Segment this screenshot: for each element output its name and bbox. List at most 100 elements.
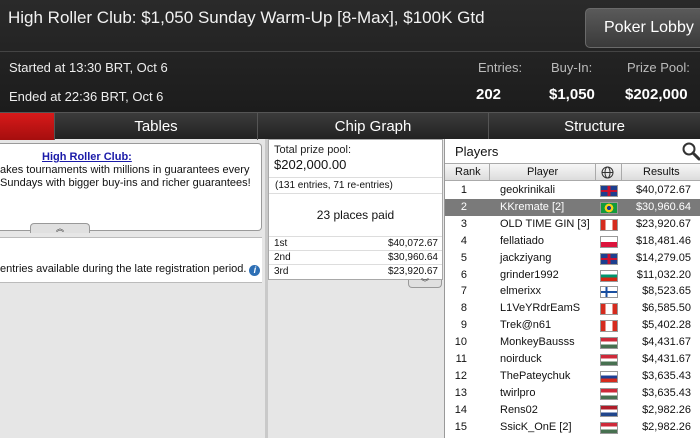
column-divider: [595, 164, 596, 181]
column-divider: [621, 164, 622, 181]
flag-gb-icon: [600, 252, 618, 265]
search-icon[interactable]: [681, 141, 700, 161]
chevron-up-icon: ︽: [56, 224, 64, 233]
tournament-title: High Roller Club: $1,050 Sunday Warm-Up …: [8, 8, 485, 27]
players-panel: Players Rank Player Results 1 geokrinikal…: [444, 139, 700, 438]
player-row[interactable]: 3 OLD TIME GIN [3] $23,920.67: [445, 216, 700, 233]
tab-tables[interactable]: Tables: [54, 113, 257, 140]
description-text: akes tournaments with millions in guaran…: [0, 164, 251, 189]
tab-structure[interactable]: Structure: [488, 113, 700, 140]
flag-hu-icon: [600, 354, 618, 366]
tab-chip-graph[interactable]: Chip Graph: [257, 113, 488, 140]
player-result: $8,523.65: [642, 285, 691, 298]
column-rank[interactable]: Rank: [455, 166, 481, 178]
player-row[interactable]: 11 noirduck $4,431.67: [445, 351, 700, 368]
player-result: $3,635.43: [642, 369, 691, 382]
payout-place: 2nd: [274, 252, 291, 263]
poker-lobby-button[interactable]: Poker Lobby: [585, 8, 700, 48]
player-row[interactable]: 14 Rens02 $2,982.26: [445, 402, 700, 419]
late-reg-text: entries available during the late regist…: [0, 263, 247, 275]
player-row[interactable]: 1 geokrinikali $40,072.67: [445, 182, 700, 199]
flag-ca-icon: [600, 303, 618, 316]
player-rank: 5: [460, 251, 467, 264]
player-row[interactable]: 2 KKremate [2] $30,960.64: [445, 198, 700, 216]
player-row[interactable]: 7 elmerixx $8,523.65: [445, 283, 700, 300]
payout-amount: $23,920.67: [387, 266, 438, 277]
player-rank: 3: [460, 217, 467, 230]
chevron-down-icon: ︾: [421, 278, 429, 287]
flag-pl-icon: [600, 235, 618, 248]
header: High Roller Club: $1,050 Sunday Warm-Up …: [0, 0, 700, 112]
payout-place: 1st: [274, 238, 288, 249]
payout-row: 1st $40,072.67: [269, 236, 442, 250]
player-name: L1VeYRdrEamS: [500, 302, 581, 315]
player-result: $40,072.67: [635, 184, 691, 196]
player-name: OLD TIME GIN [3]: [500, 217, 590, 230]
tab-bar: Tables Chip Graph Structure: [0, 112, 700, 140]
player-row[interactable]: 10 MonkeyBausss $4,431.67: [445, 334, 700, 351]
prize-panel: Total prize pool: $202,000.00 (131 entri…: [268, 139, 443, 280]
player-rank: 12: [454, 369, 467, 382]
info-icon[interactable]: i: [249, 265, 261, 276]
places-paid: 23 places paid: [316, 208, 395, 222]
flag-br-icon: [600, 201, 618, 214]
player-row[interactable]: 4 fellatiado $18,481.46: [445, 233, 700, 250]
player-row[interactable]: 12 ThePateychuk $3,635.43: [445, 368, 700, 385]
player-result: $18,481.46: [635, 234, 691, 247]
player-rank: 6: [460, 268, 467, 281]
middle-empty-area: [268, 289, 443, 438]
player-result: $5,402.28: [642, 319, 691, 332]
player-result: $11,032.20: [636, 268, 691, 281]
column-player[interactable]: Player: [527, 166, 558, 178]
player-name: KKremate [2]: [500, 200, 565, 213]
player-result: $23,920.67: [635, 217, 691, 230]
prizepool-value: $202,000: [625, 86, 688, 103]
player-row[interactable]: 8 L1VeYRdrEamS $6,585.50: [445, 300, 700, 317]
player-rank: 11: [455, 353, 467, 365]
player-result: $14,279.05: [635, 251, 691, 264]
player-row[interactable]: 6 grinder1992 $11,032.20: [445, 267, 700, 284]
expand-payouts-handle[interactable]: ︾: [408, 278, 442, 288]
player-name: Trek@n61: [500, 319, 552, 332]
player-rank: 10: [454, 336, 467, 349]
tab-info[interactable]: [0, 113, 54, 140]
entries-value: 202: [476, 86, 502, 103]
player-rank: 2: [460, 200, 467, 213]
player-name: noirduck: [500, 353, 542, 365]
player-row[interactable]: 13 twirlpro $3,635.43: [445, 385, 700, 402]
player-name: elmerixx: [500, 285, 541, 298]
payout-amount: $30,960.64: [387, 252, 438, 263]
player-rank: 15: [454, 420, 467, 433]
player-result: $2,982.26: [642, 420, 691, 433]
buyin-label: Buy-In:: [551, 60, 593, 75]
player-result: $2,982.26: [642, 403, 691, 416]
late-reg-panel: entries available during the late regist…: [0, 256, 262, 283]
late-reg-note: entries available during the late regist…: [0, 263, 261, 276]
player-row[interactable]: 9 Trek@n61 $5,402.28: [445, 317, 700, 334]
collapse-handle[interactable]: ︽: [30, 223, 90, 233]
flag-nl-icon: [600, 404, 618, 417]
prize-pool-label: Total prize pool:: [274, 144, 352, 156]
description-title[interactable]: High Roller Club:: [42, 151, 132, 163]
entries-label: Entries:: [478, 60, 523, 75]
prize-pool-value: $202,000.00: [274, 157, 347, 172]
column-results[interactable]: Results: [643, 166, 680, 178]
player-result: $4,431.67: [642, 353, 691, 365]
player-name: MonkeyBausss: [500, 336, 575, 349]
player-name: jackziyang: [500, 251, 552, 264]
player-rank: 8: [460, 302, 467, 315]
flag-ru-icon: [600, 370, 618, 383]
player-name: SsicK_OnE [2]: [500, 420, 572, 433]
players-title: Players: [455, 144, 499, 159]
column-divider: [489, 164, 490, 181]
player-row[interactable]: 5 jackziyang $14,279.05: [445, 250, 700, 267]
player-row[interactable]: 15 SsicK_OnE [2] $2,982.26: [445, 419, 700, 436]
player-rank: 13: [454, 386, 467, 399]
player-name: twirlpro: [500, 386, 536, 399]
player-result: $3,635.43: [642, 386, 691, 399]
globe-icon[interactable]: [601, 166, 614, 179]
flag-bg-icon: [600, 269, 618, 282]
flag-ca-icon: [600, 218, 618, 231]
buyin-value: $1,050: [549, 86, 595, 103]
flag-fi-icon: [600, 286, 618, 299]
